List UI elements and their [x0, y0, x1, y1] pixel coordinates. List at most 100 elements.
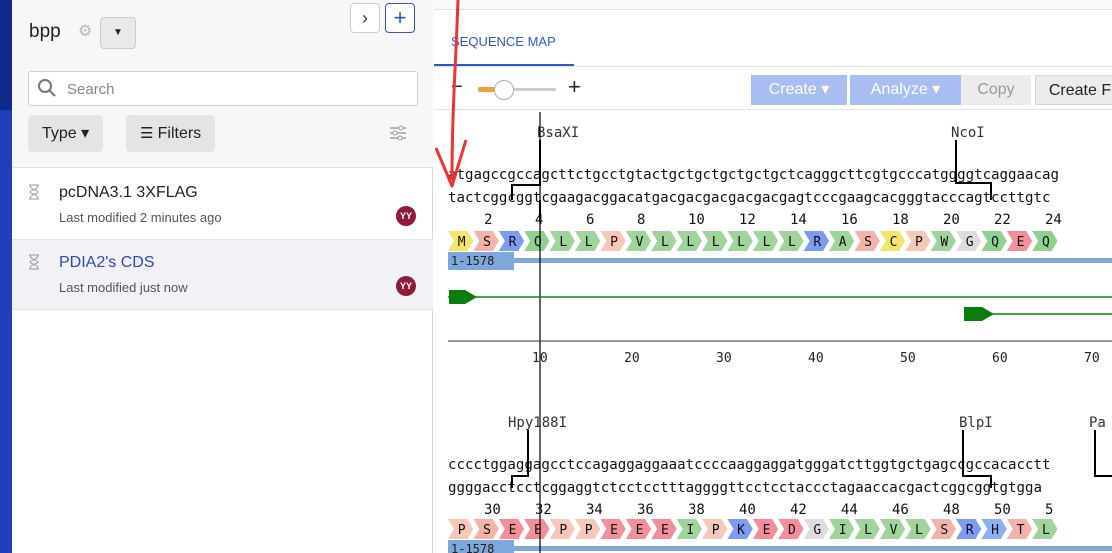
amino-acid-letter: E — [509, 523, 517, 538]
gear-icon[interactable]: ⚙ — [78, 24, 94, 40]
amino-acid[interactable]: P — [600, 231, 626, 251]
amino-acid[interactable]: K — [727, 519, 753, 539]
collapse-button[interactable]: › — [350, 3, 380, 33]
enzyme-label[interactable]: Hpy188I — [508, 415, 567, 431]
add-file-button[interactable]: + — [385, 3, 415, 33]
enzyme-label[interactable]: BlpI — [959, 415, 993, 431]
plus-icon: + — [393, 5, 407, 30]
amino-acid[interactable]: S — [473, 519, 499, 539]
amino-acid[interactable]: R — [803, 231, 829, 251]
amino-acid[interactable]: A — [829, 231, 855, 251]
amino-acid[interactable]: E — [752, 519, 779, 539]
amino-acid-letter: E — [534, 523, 542, 538]
amino-acid[interactable]: E — [498, 519, 525, 539]
amino-acid[interactable]: L — [575, 231, 601, 251]
amino-acid[interactable]: P — [549, 519, 575, 539]
enzyme-label[interactable]: NcoI — [951, 125, 985, 141]
amino-acid[interactable]: L — [676, 231, 702, 251]
amino-acid[interactable]: I — [676, 519, 702, 539]
amino-acid[interactable]: Q — [1032, 231, 1058, 251]
create-menu-button[interactable]: Create ▾ — [751, 75, 847, 105]
zoom-slider-handle[interactable] — [494, 80, 514, 100]
amino-acid[interactable]: P — [905, 231, 931, 251]
amino-acid[interactable]: E — [600, 519, 626, 539]
amino-acid[interactable]: W — [930, 231, 956, 251]
top-tab-strip — [434, 0, 1112, 10]
top-strand[interactable]: atgagccgccagcttctgcctgtactgctgctgctgctgc… — [448, 167, 1059, 183]
amino-acid[interactable]: S — [930, 519, 956, 539]
amino-acid[interactable]: V — [879, 519, 906, 539]
aa-number: 4 — [535, 212, 544, 228]
amino-acid-letter: G — [966, 235, 974, 250]
amino-acid[interactable]: H — [981, 519, 1007, 539]
amino-acid[interactable]: R — [498, 231, 525, 251]
amino-acid[interactable]: L — [727, 231, 753, 251]
amino-acid[interactable]: L — [702, 231, 728, 251]
feature-label[interactable]: 1-1578 — [448, 540, 514, 553]
enzyme-label[interactable]: Pa — [1089, 415, 1106, 431]
amino-acid-letter: V — [890, 523, 898, 538]
amino-acid[interactable]: E — [524, 519, 550, 539]
amino-acid[interactable]: V — [625, 231, 652, 251]
amino-acid[interactable]: L — [549, 231, 575, 251]
feature-bar[interactable] — [514, 546, 1112, 551]
enzyme-label[interactable]: BsaXI — [537, 125, 579, 141]
zoom-in-button[interactable]: + — [568, 74, 581, 100]
amino-acid[interactable]: G — [956, 231, 982, 251]
amino-acid[interactable]: P — [702, 519, 728, 539]
settings-sliders-icon[interactable] — [389, 124, 407, 142]
tab-sequence-map[interactable]: SEQUENCE MAP — [451, 34, 556, 49]
feature-label[interactable]: 1-1578 — [448, 252, 514, 270]
amino-acid-letter: S — [940, 523, 948, 538]
amino-acid-letter: Q — [1042, 235, 1050, 250]
filters-button[interactable]: ☰ Filters — [126, 115, 216, 152]
amino-acid-letter: Q — [534, 235, 542, 250]
amino-acid[interactable]: E — [625, 519, 652, 539]
bottom-strand[interactable]: ggggacctcctcggaggtctcctcctttaggggttcctcc… — [448, 480, 1042, 496]
amino-acid[interactable]: L — [1032, 519, 1058, 539]
type-filter-button[interactable]: Type ▾ — [28, 115, 104, 152]
aa-number: 18 — [892, 212, 909, 228]
amino-acid[interactable]: D — [778, 519, 804, 539]
amino-acid[interactable]: M — [448, 231, 474, 251]
translation-row[interactable]: MSRQLLPVLLLLLLRASCPWGQEQ — [448, 231, 1112, 251]
top-strand[interactable]: cccctggaggagcctccagaggaggaaatccccaaggagg… — [448, 457, 1050, 473]
amino-acid[interactable]: E — [1006, 231, 1033, 251]
amino-acid[interactable]: L — [752, 231, 779, 251]
amino-acid[interactable]: L — [854, 519, 880, 539]
amino-acid[interactable]: L — [778, 231, 804, 251]
copy-button[interactable]: Copy — [961, 75, 1031, 105]
amino-acid[interactable]: P — [448, 519, 474, 539]
amino-acid[interactable]: T — [1006, 519, 1033, 539]
file-item-pcdna[interactable]: pcDNA3.1 3XFLAG Last modified 2 minutes … — [12, 170, 433, 240]
analyze-menu-button[interactable]: Analyze ▾ — [850, 75, 961, 105]
amino-acid[interactable]: E — [651, 519, 677, 539]
amino-acid[interactable]: Q — [524, 231, 550, 251]
project-dropdown-button[interactable]: ▼ — [100, 17, 136, 49]
amino-acid[interactable]: I — [829, 519, 855, 539]
amino-acid-letter: L — [864, 523, 872, 538]
amino-acid-letter: P — [915, 235, 923, 250]
translation-row[interactable]: PSEEPPEEEIPKEDGILVLSRHTL — [448, 519, 1112, 539]
create-f-button[interactable]: Create F — [1035, 75, 1112, 105]
aa-number: 46 — [892, 502, 909, 518]
amino-acid[interactable]: P — [575, 519, 601, 539]
search-input[interactable] — [67, 79, 407, 99]
zoom-out-button[interactable]: − — [451, 76, 463, 99]
feature-bar[interactable] — [514, 258, 1112, 263]
amino-acid-letter: L — [763, 235, 771, 250]
file-item-pdia2[interactable]: PDIA2's CDS Last modified just now YY — [12, 240, 433, 310]
amino-acid[interactable]: S — [473, 231, 499, 251]
aa-number: 5 — [1045, 502, 1054, 518]
amino-acid[interactable]: C — [879, 231, 906, 251]
amino-acid[interactable]: S — [854, 231, 880, 251]
amino-acid-letter: S — [483, 235, 491, 250]
bottom-strand[interactable]: tactcggcggtcgaagacggacatgacgacgacgacgacg… — [448, 190, 1050, 206]
amino-acid[interactable]: Q — [981, 231, 1007, 251]
amino-acid[interactable]: G — [803, 519, 829, 539]
amino-acid[interactable]: L — [905, 519, 931, 539]
amino-acid-letter: L — [712, 235, 720, 250]
aa-number: 14 — [790, 212, 807, 228]
amino-acid[interactable]: L — [651, 231, 677, 251]
amino-acid[interactable]: R — [956, 519, 982, 539]
